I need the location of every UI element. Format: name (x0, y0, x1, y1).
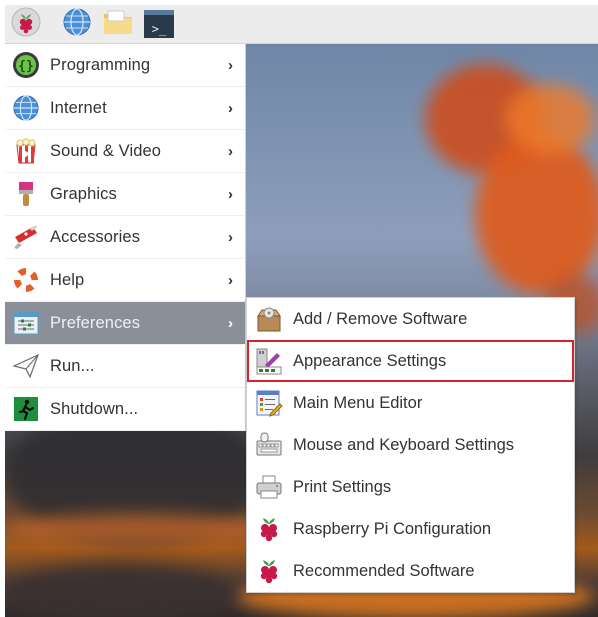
preferences-submenu: Add / Remove Software Appearance Setting… (246, 297, 575, 593)
web-browser-button[interactable] (61, 7, 93, 42)
file-manager-button[interactable] (102, 8, 134, 40)
chevron-right-icon: › (228, 185, 233, 203)
raspberry-icon (254, 556, 284, 586)
menu-item-sound-video[interactable]: Sound & Video › (5, 130, 245, 173)
submenu-item-label: Print Settings (293, 477, 392, 496)
paintbrush-icon (11, 179, 41, 209)
globe-icon (62, 7, 92, 42)
menu-item-label: Preferences (50, 313, 141, 332)
menu-item-label: Programming (50, 55, 151, 74)
submenu-item-print-settings[interactable]: Print Settings (247, 466, 574, 508)
raspberry-icon (254, 514, 284, 544)
submenu-item-label: Raspberry Pi Configuration (293, 519, 492, 538)
chevron-right-icon: › (228, 56, 233, 74)
chevron-right-icon: › (228, 271, 233, 289)
menu-item-graphics[interactable]: Graphics › (5, 173, 245, 216)
menu-item-label: Accessories (50, 227, 141, 246)
application-menu: {} Programming › Internet › Sound & Vide… (5, 44, 246, 431)
raspberry-icon (11, 7, 41, 42)
folder-icon (102, 7, 134, 42)
chevron-right-icon: › (228, 142, 233, 160)
submenu-item-label: Recommended Software (293, 561, 475, 580)
appearance-icon (254, 346, 284, 376)
programming-icon: {} (11, 50, 41, 80)
terminal-prompt-glyph: >_ (151, 22, 167, 36)
menu-editor-icon (254, 388, 284, 418)
chevron-right-icon: › (228, 228, 233, 246)
chevron-right-icon: › (228, 314, 233, 332)
chevron-right-icon: › (228, 99, 233, 117)
submenu-item-label: Mouse and Keyboard Settings (293, 435, 515, 454)
menu-item-label: Graphics (50, 184, 117, 203)
preferences-icon (11, 308, 41, 338)
menu-item-label: Sound & Video (50, 141, 162, 160)
package-icon (254, 304, 284, 334)
menu-item-label: Run... (50, 356, 95, 375)
submenu-item-label: Appearance Settings (293, 351, 447, 370)
menu-item-accessories[interactable]: Accessories › (5, 216, 245, 259)
screen: >_ {} Programming › Internet › Sound & V… (5, 5, 598, 617)
swiss-knife-icon (11, 222, 41, 252)
exit-icon (11, 394, 41, 424)
terminal-icon: >_ (144, 10, 174, 38)
printer-icon (254, 472, 284, 502)
submenu-item-raspberry-pi-configuration[interactable]: Raspberry Pi Configuration (247, 508, 574, 550)
menu-item-programming[interactable]: {} Programming › (5, 44, 245, 87)
submenu-item-recommended-software[interactable]: Recommended Software (247, 550, 574, 592)
taskbar: >_ (5, 5, 598, 44)
lifebuoy-icon (11, 265, 41, 295)
raspberry-menu-button[interactable] (10, 7, 42, 42)
submenu-item-mouse-keyboard-settings[interactable]: Mouse and Keyboard Settings (247, 424, 574, 466)
submenu-item-appearance-settings[interactable]: Appearance Settings (247, 340, 574, 382)
popcorn-icon (11, 136, 41, 166)
menu-item-internet[interactable]: Internet › (5, 87, 245, 130)
menu-item-label: Help (50, 270, 85, 289)
submenu-item-main-menu-editor[interactable]: Main Menu Editor (247, 382, 574, 424)
menu-item-shutdown[interactable]: Shutdown... (5, 388, 245, 431)
menu-item-preferences[interactable]: Preferences › (5, 302, 245, 345)
submenu-item-label: Add / Remove Software (293, 309, 468, 328)
menu-item-label: Internet (50, 98, 107, 117)
terminal-button[interactable]: >_ (143, 8, 175, 40)
submenu-item-add-remove-software[interactable]: Add / Remove Software (247, 298, 574, 340)
globe-icon (11, 93, 41, 123)
menu-item-help[interactable]: Help › (5, 259, 245, 302)
submenu-item-label: Main Menu Editor (293, 393, 423, 412)
paper-plane-icon (11, 351, 41, 381)
keyboard-mouse-icon (254, 430, 284, 460)
svg-text:{}: {} (18, 59, 34, 74)
menu-item-run[interactable]: Run... (5, 345, 245, 388)
menu-item-label: Shutdown... (50, 399, 139, 418)
